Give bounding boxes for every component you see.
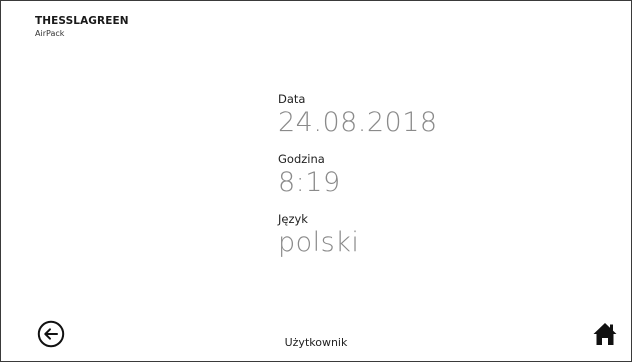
settings-list: Data 24.08.2018 Godzina 8:19 Język polsk… [278,92,438,258]
brand-block: THESSLAGREEN AirPack [35,15,129,39]
home-button[interactable] [592,321,618,347]
home-icon [593,323,617,345]
time-label: Godzina [278,152,325,166]
date-setting[interactable]: Data 24.08.2018 [278,92,438,138]
date-label: Data [278,92,306,106]
time-value[interactable]: 8:19 [278,168,438,198]
screen-frame: THESSLAGREEN AirPack Data 24.08.2018 God… [0,0,632,362]
time-setting[interactable]: Godzina 8:19 [278,152,438,198]
screen-title: Użytkownik [284,336,348,349]
language-value[interactable]: polski [278,228,438,258]
brand-name: THESSLAGREEN [35,15,129,27]
date-value[interactable]: 24.08.2018 [278,108,438,138]
language-setting[interactable]: Język polski [278,212,438,258]
language-label: Język [278,212,308,226]
product-name: AirPack [35,29,65,38]
